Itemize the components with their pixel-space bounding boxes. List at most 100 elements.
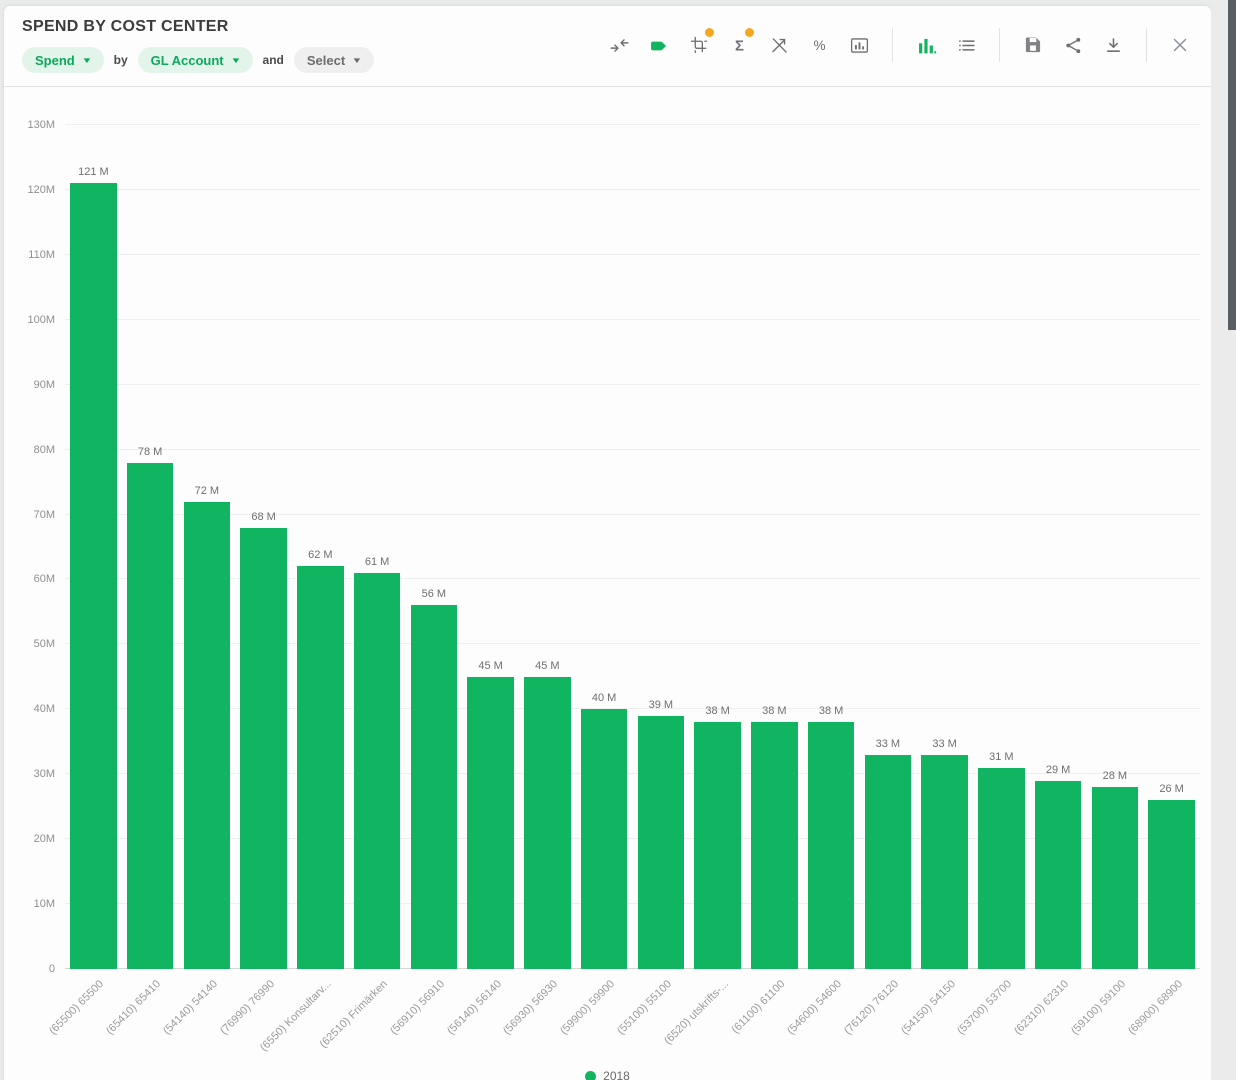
secondary-dimension-dropdown[interactable]: Select ▼: [294, 47, 374, 73]
gridline: [65, 838, 1200, 839]
bar-value-label: 38 M: [689, 705, 746, 717]
legend-label: 2018: [603, 1069, 630, 1080]
bar[interactable]: [1092, 787, 1139, 969]
bar-value-label: 45 M: [519, 660, 576, 672]
y-axis-tick-label: 130M: [27, 119, 55, 131]
percent-icon: %: [809, 35, 830, 56]
gridline: [65, 643, 1200, 644]
bar-value-label: 26 M: [1143, 783, 1200, 795]
close-button[interactable]: [1160, 25, 1200, 65]
save-button[interactable]: [1013, 25, 1053, 65]
measure-dropdown-label: Spend: [35, 53, 75, 68]
bar-value-label: 61 M: [349, 556, 406, 568]
crop-button[interactable]: [679, 25, 719, 65]
crop-icon: [689, 35, 709, 55]
notification-badge: [705, 28, 714, 37]
bar-chart-view-button[interactable]: [906, 25, 946, 65]
bar-value-label: 78 M: [122, 446, 179, 458]
y-axis-tick-label: 40M: [34, 703, 55, 715]
scrollbar-track[interactable]: [1211, 0, 1236, 1080]
scrollbar-thumb[interactable]: [1228, 0, 1236, 330]
bar[interactable]: [1035, 781, 1082, 969]
gridline: [65, 254, 1200, 255]
download-icon: [1103, 35, 1124, 56]
share-button[interactable]: [1053, 25, 1093, 65]
bar-chart-view-icon: [916, 35, 937, 56]
percent-button[interactable]: %: [799, 25, 839, 65]
bar-value-label: 62 M: [292, 549, 349, 561]
bar[interactable]: [354, 573, 401, 969]
download-button[interactable]: [1093, 25, 1133, 65]
y-axis-tick-label: 0: [49, 963, 55, 975]
bar-value-label: 29 M: [1030, 764, 1087, 776]
measure-dropdown[interactable]: Spend ▼: [22, 47, 104, 73]
bar[interactable]: [808, 722, 855, 969]
y-axis-tick-label: 10M: [34, 898, 55, 910]
bar[interactable]: [1148, 800, 1195, 969]
by-label: by: [114, 53, 128, 67]
y-axis-tick-label: 20M: [34, 833, 55, 845]
svg-text:Σ: Σ: [735, 38, 744, 54]
bar[interactable]: [751, 722, 798, 969]
chevron-down-icon: ▼: [352, 56, 363, 65]
bar[interactable]: [524, 677, 571, 969]
sum-sigma-icon: Σ: [729, 35, 750, 56]
dimension-dropdown-label: GL Account: [151, 53, 224, 68]
label-tag-icon: [649, 35, 670, 56]
gridline: [65, 189, 1200, 190]
app-window: SPEND BY COST CENTER Spend ▼ by GL Accou…: [0, 0, 1236, 1080]
bar-value-label: 39 M: [633, 699, 690, 711]
collapse-arrows-button[interactable]: [599, 25, 639, 65]
bar[interactable]: [240, 528, 287, 969]
toolbar-divider: [999, 28, 1000, 62]
bar[interactable]: [921, 755, 968, 969]
bar[interactable]: [127, 463, 174, 969]
bar-value-label: 28 M: [1087, 770, 1144, 782]
toolbar-divider: [892, 28, 893, 62]
bar-value-label: 72 M: [179, 485, 236, 497]
chevron-down-icon: ▼: [81, 56, 92, 65]
gridline: [65, 578, 1200, 579]
and-label: and: [263, 53, 284, 67]
collapse-arrows-icon: [609, 35, 630, 56]
notification-badge: [745, 28, 754, 37]
svg-text:%: %: [813, 37, 825, 52]
bar-value-label: 68 M: [235, 511, 292, 523]
save-icon: [1023, 35, 1043, 55]
bar-value-label: 45 M: [462, 660, 519, 672]
bar[interactable]: [694, 722, 741, 969]
chevron-down-icon: ▼: [230, 56, 241, 65]
bar[interactable]: [978, 768, 1025, 969]
legend-dot-icon: [585, 1071, 596, 1080]
toolbar: Σ %: [599, 25, 1200, 65]
list-view-button[interactable]: [946, 25, 986, 65]
toolbar-divider: [1146, 28, 1147, 62]
boxed-bar-chart-button[interactable]: [839, 25, 879, 65]
trendline-off-button[interactable]: [759, 25, 799, 65]
secondary-dimension-dropdown-label: Select: [307, 53, 345, 68]
y-axis-tick-label: 60M: [34, 573, 55, 585]
bar[interactable]: [467, 677, 514, 969]
bar[interactable]: [865, 755, 912, 969]
bar[interactable]: [184, 502, 231, 969]
bar-value-label: 40 M: [576, 692, 633, 704]
chart-region: 010M20M30M40M50M60M70M80M90M100M110M120M…: [4, 87, 1211, 1080]
bar[interactable]: [297, 566, 344, 969]
list-view-icon: [956, 35, 977, 56]
bar[interactable]: [581, 709, 628, 969]
bar[interactable]: [638, 716, 685, 969]
legend-item[interactable]: 2018: [585, 1069, 630, 1080]
bar[interactable]: [411, 605, 458, 969]
y-axis-tick-label: 70M: [34, 509, 55, 521]
bar-chart: 010M20M30M40M50M60M70M80M90M100M110M120M…: [65, 125, 1200, 969]
gridline: [65, 384, 1200, 385]
gridline: [65, 449, 1200, 450]
gridline: [65, 124, 1200, 125]
sum-sigma-button[interactable]: Σ: [719, 25, 759, 65]
label-tag-button[interactable]: [639, 25, 679, 65]
y-axis-tick-label: 120M: [27, 184, 55, 196]
bar-value-label: 38 M: [803, 705, 860, 717]
bar[interactable]: [70, 183, 117, 969]
dimension-dropdown[interactable]: GL Account ▼: [138, 47, 253, 73]
bar-value-label: 38 M: [746, 705, 803, 717]
